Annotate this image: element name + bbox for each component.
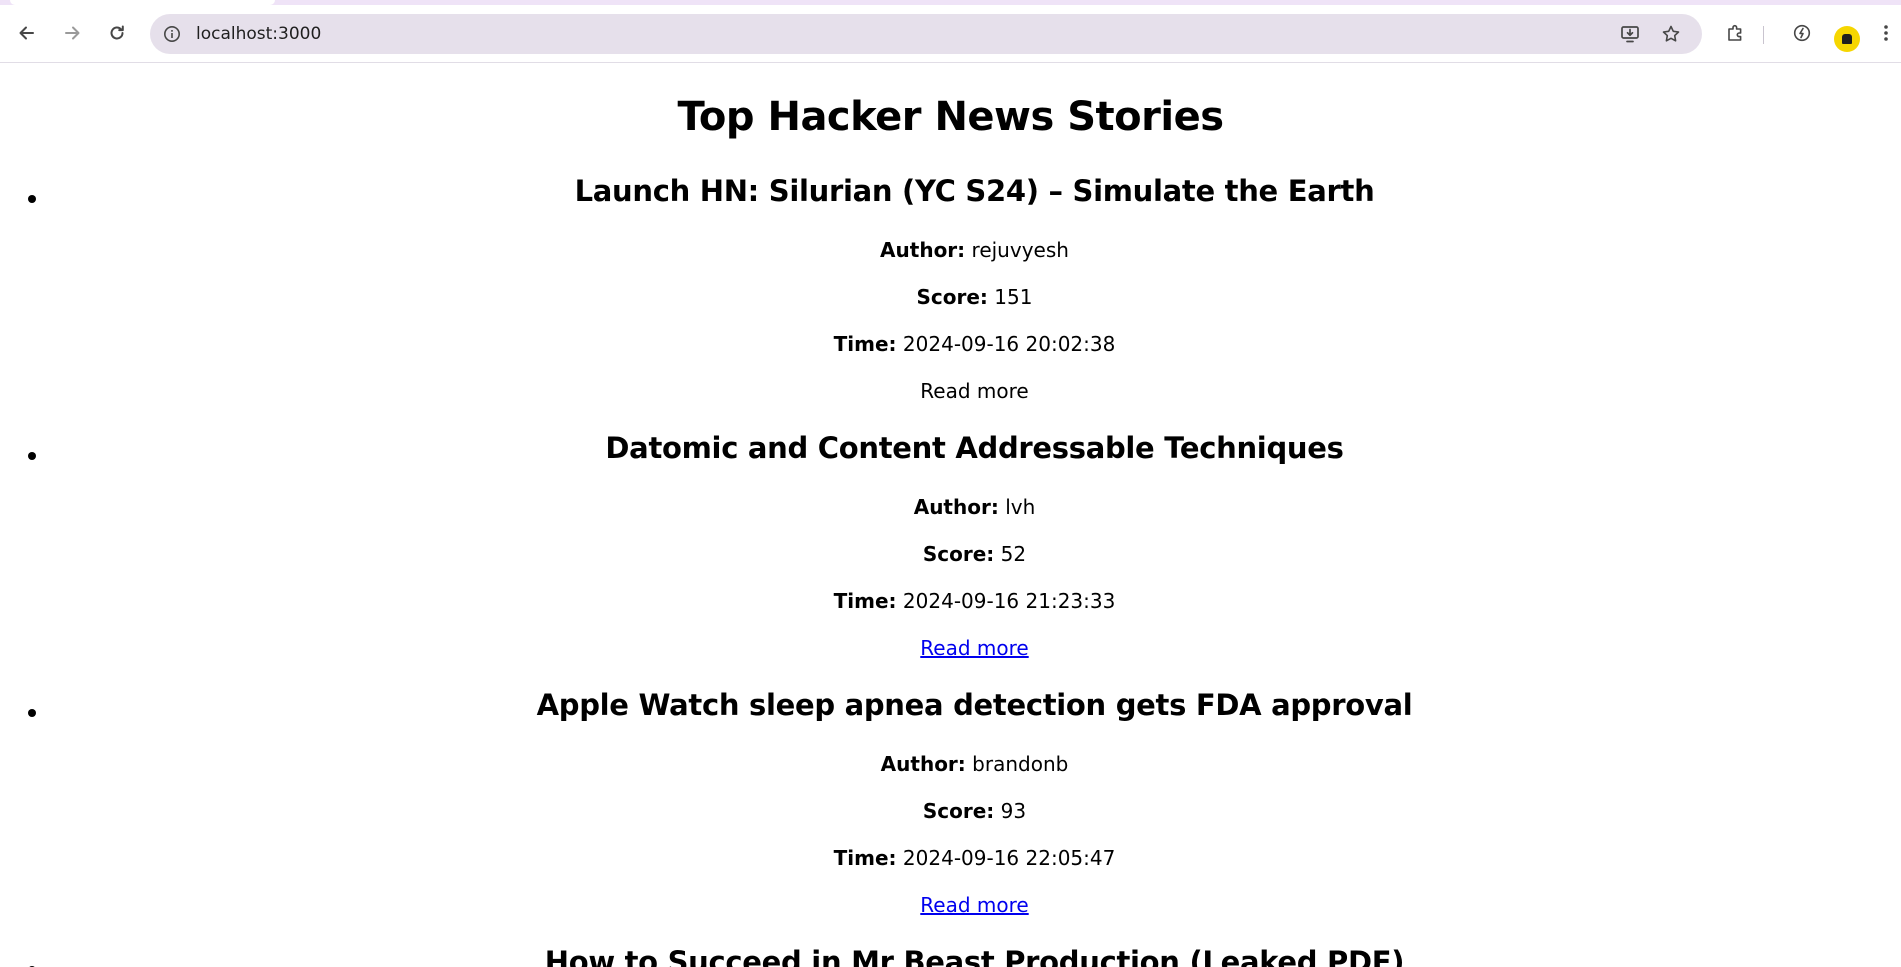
time-value: 2024-09-16 21:23:33 [902, 589, 1116, 613]
lock-icon [1842, 34, 1852, 44]
read-more-link[interactable]: Read more [920, 893, 1028, 917]
url-text[interactable]: localhost:3000 [196, 14, 321, 54]
time-value: 2024-09-16 20:02:38 [902, 332, 1116, 356]
story-title: How to Succeed in Mr Beast Production (L… [544, 945, 1405, 967]
bullet [28, 452, 36, 460]
read-more: Read more [40, 379, 1901, 403]
score-label: Score: [922, 542, 995, 566]
forward-button[interactable] [56, 17, 88, 49]
score-value: 52 [1000, 542, 1027, 566]
reload-icon [110, 25, 124, 40]
author-label: Author: [913, 495, 999, 519]
more-vert-icon [1884, 25, 1888, 41]
story-score: Score: 93 [40, 799, 1901, 823]
page-content: Top Hacker News Stories Launch HN: Silur… [0, 64, 1901, 967]
install-app-button[interactable] [1616, 20, 1644, 48]
author-value: rejuvyesh [971, 238, 1069, 262]
read-more: Read more [40, 893, 1901, 917]
toolbar-divider [1763, 26, 1764, 44]
bookmark-button[interactable] [1657, 20, 1685, 48]
story-title: Datomic and Content Addressable Techniqu… [605, 431, 1344, 465]
bullet [28, 709, 36, 717]
story-score: Score: 52 [40, 542, 1901, 566]
menu-button[interactable] [1876, 17, 1896, 49]
page-title: Top Hacker News Stories [677, 94, 1224, 140]
story-author: Author: lvh [40, 495, 1901, 519]
story-time: Time: 2024-09-16 20:02:38 [40, 332, 1901, 356]
author-label: Author: [880, 752, 966, 776]
puzzle-icon [1728, 24, 1742, 41]
score-value: 151 [994, 285, 1033, 309]
story-author: Author: brandonb [40, 752, 1901, 776]
story-time: Time: 2024-09-16 21:23:33 [40, 589, 1901, 613]
time-value: 2024-09-16 22:05:47 [902, 846, 1116, 870]
story-title: Launch HN: Silurian (YC S24) – Simulate … [574, 174, 1375, 208]
author-value: lvh [1005, 495, 1036, 519]
site-info-button[interactable] [158, 20, 186, 48]
score-value: 93 [1000, 799, 1027, 823]
profile-avatar[interactable] [1834, 26, 1860, 52]
story-score: Score: 151 [40, 285, 1901, 309]
story-time: Time: 2024-09-16 22:05:47 [40, 846, 1901, 870]
star-icon [1662, 25, 1680, 42]
score-label: Score: [922, 799, 995, 823]
score-label: Score: [916, 285, 988, 309]
install-app-icon [1621, 26, 1639, 43]
address-bar[interactable]: localhost:3000 [150, 14, 1702, 54]
time-label: Time: [833, 332, 897, 356]
info-icon [164, 26, 180, 42]
back-arrow-icon [19, 26, 34, 40]
time-label: Time: [833, 589, 897, 613]
time-label: Time: [833, 846, 897, 870]
reload-button[interactable] [101, 17, 133, 49]
story-title: Apple Watch sleep apnea detection gets F… [536, 688, 1413, 722]
author-value: brandonb [972, 752, 1069, 776]
author-label: Author: [880, 238, 966, 262]
performance-button[interactable] [1786, 17, 1818, 49]
read-more-link[interactable]: Read more [920, 636, 1028, 660]
read-more-text: Read more [920, 379, 1029, 403]
back-button[interactable] [11, 17, 43, 49]
browser-toolbar: localhost:3000 [0, 5, 1901, 63]
forward-arrow-icon [65, 26, 80, 40]
story-author: Author: rejuvyesh [40, 238, 1901, 262]
read-more: Read more [40, 636, 1901, 660]
speedometer-icon [1793, 24, 1811, 42]
extensions-button[interactable] [1720, 17, 1752, 49]
bullet [28, 195, 36, 203]
